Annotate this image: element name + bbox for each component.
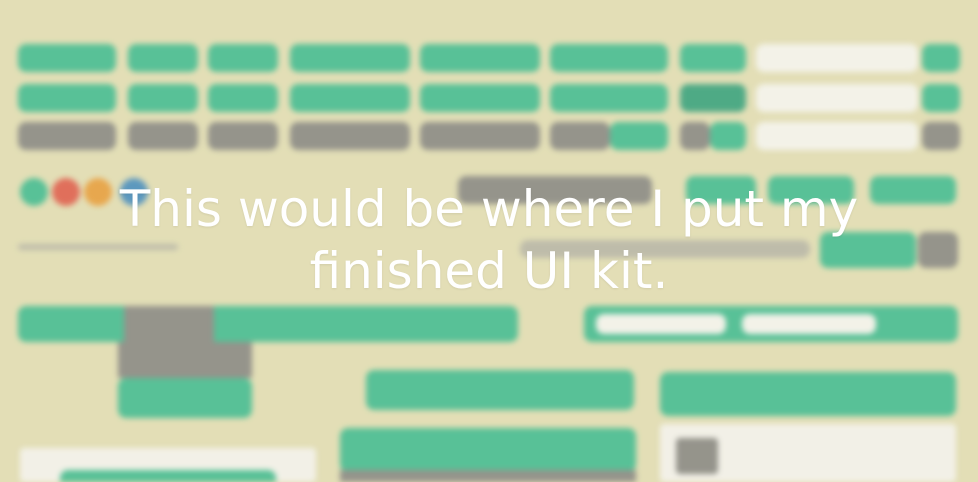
overlay-message-line-2: finished UI kit. — [309, 242, 669, 300]
overlay-message-line-1: This would be where I put my — [119, 180, 859, 238]
overlay-message: This would be where I put my finished UI… — [0, 178, 978, 302]
